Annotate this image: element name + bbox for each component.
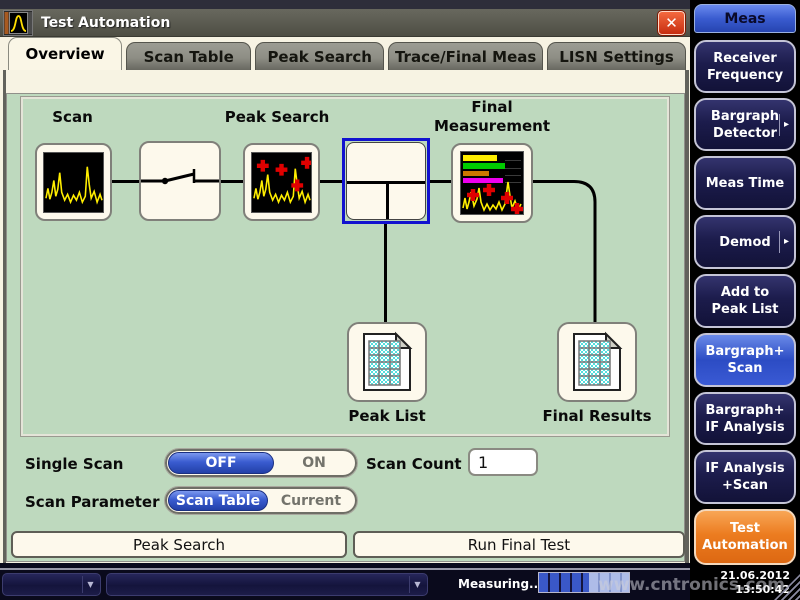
softkey-line: IF Analysis bbox=[705, 460, 784, 477]
meas-menu-header: Meas bbox=[694, 4, 796, 33]
peak-list-label: Peak List bbox=[327, 407, 447, 426]
peak-list-node[interactable] bbox=[347, 322, 427, 402]
window-top-strip bbox=[0, 0, 690, 9]
softkey-line: Demod bbox=[719, 234, 770, 251]
single-scan-off-option[interactable]: OFF bbox=[168, 452, 274, 474]
peak-search-node[interactable] bbox=[243, 143, 320, 221]
final-results-document-icon bbox=[569, 331, 625, 393]
softkey-if-analysis-scan[interactable]: IF Analysis +Scan bbox=[694, 450, 796, 504]
tab-label: Peak Search bbox=[267, 48, 372, 66]
scan-parameter-current-option[interactable]: Current bbox=[268, 490, 354, 511]
junction-inner bbox=[346, 142, 426, 220]
single-scan-toggle: OFF ON bbox=[165, 449, 357, 477]
final-results-node[interactable] bbox=[557, 322, 637, 402]
final-measurement-icon bbox=[460, 151, 524, 215]
date-text: 21.06.2012 bbox=[690, 569, 790, 583]
tab-overview[interactable]: Overview bbox=[8, 37, 122, 70]
status-bar: ▼ ▼ Measuring... bbox=[0, 563, 690, 600]
switch-icon bbox=[141, 142, 219, 220]
softkey-line: Meas Time bbox=[706, 175, 784, 192]
main-window: Test Automation ✕ Overview Scan Table Pe… bbox=[0, 0, 690, 600]
time-text: 13:50:42 bbox=[690, 583, 790, 597]
single-scan-label: Single Scan bbox=[25, 455, 123, 473]
tab-peak-search[interactable]: Peak Search bbox=[255, 42, 384, 70]
tab-trace-final-meas[interactable]: Trace/Final Meas bbox=[388, 42, 543, 70]
softkey-sidebar: Meas Receiver Frequency Bargraph Detecto… bbox=[690, 0, 800, 600]
measurement-progress-bar bbox=[538, 572, 630, 593]
tab-scan-table[interactable]: Scan Table bbox=[126, 42, 251, 70]
flow-line-to-peak-list bbox=[384, 222, 387, 322]
progress-filled bbox=[539, 573, 589, 592]
softkey-line: Detector bbox=[713, 125, 777, 142]
scan-label: Scan bbox=[25, 108, 120, 127]
softkey-line: Scan bbox=[727, 360, 762, 377]
overview-panel: Scan Peak Search Final Measurement bbox=[6, 93, 685, 562]
scan-parameter-scan-table-option[interactable]: Scan Table bbox=[168, 490, 268, 511]
window-border-right bbox=[685, 70, 689, 565]
tab-lisn-settings[interactable]: LISN Settings bbox=[547, 42, 686, 70]
final-measurement-node[interactable] bbox=[451, 143, 533, 223]
flow-line-to-final-results bbox=[533, 178, 603, 324]
tab-label: LISN Settings bbox=[559, 48, 674, 66]
softkey-line: Frequency bbox=[707, 67, 783, 84]
softkey-line: Add to bbox=[721, 284, 769, 301]
softkey-line: Test bbox=[730, 520, 760, 537]
status-bar-edge bbox=[0, 568, 690, 570]
softkey-line: Bargraph bbox=[711, 108, 779, 125]
single-scan-on-option[interactable]: ON bbox=[274, 452, 354, 474]
softkey-meas-time[interactable]: Meas Time bbox=[694, 156, 796, 210]
status-dropdown-2[interactable]: ▼ bbox=[106, 573, 428, 596]
scan-node[interactable] bbox=[35, 143, 112, 221]
softkey-line: Peak List bbox=[712, 301, 779, 318]
softkey-receiver-frequency[interactable]: Receiver Frequency bbox=[694, 40, 796, 93]
submenu-arrow-icon: ▸ bbox=[779, 114, 789, 136]
close-icon: ✕ bbox=[665, 14, 678, 32]
window-title: Test Automation bbox=[41, 15, 170, 31]
softkey-line: Bargraph+ bbox=[705, 343, 784, 360]
peak-search-label: Peak Search bbox=[202, 108, 352, 127]
softkey-add-to-peak-list[interactable]: Add to Peak List bbox=[694, 274, 796, 328]
switch-node[interactable] bbox=[139, 141, 221, 221]
status-dropdown-1[interactable]: ▼ bbox=[2, 573, 101, 596]
junction-node-selected[interactable] bbox=[342, 138, 430, 224]
spectrum-app-icon bbox=[3, 10, 33, 36]
tab-bar: Overview Scan Table Peak Search Trace/Fi… bbox=[0, 37, 690, 70]
softkey-bargraph-scan[interactable]: Bargraph+ Scan bbox=[694, 333, 796, 387]
final-measurement-label: Final Measurement bbox=[432, 98, 552, 136]
scan-count-input[interactable] bbox=[468, 448, 538, 476]
softkey-line: IF Analysis bbox=[705, 419, 784, 436]
dropdown-arrow-icon[interactable]: ▼ bbox=[409, 576, 425, 593]
peak-search-button[interactable]: Peak Search bbox=[11, 531, 347, 558]
tab-label: Scan Table bbox=[144, 48, 234, 66]
scan-trace-icon bbox=[43, 152, 104, 213]
dropdown-arrow-icon[interactable]: ▼ bbox=[82, 576, 98, 593]
progress-remaining bbox=[589, 573, 630, 592]
peak-list-document-icon bbox=[359, 331, 415, 393]
datetime-display: 21.06.2012 13:50:42 bbox=[690, 569, 790, 597]
softkey-bargraph-if-analysis[interactable]: Bargraph+ IF Analysis bbox=[694, 392, 796, 445]
softkey-line: Bargraph+ bbox=[705, 402, 784, 419]
softkey-demod[interactable]: Demod ▸ bbox=[694, 215, 796, 269]
scan-parameter-label: Scan Parameter bbox=[25, 493, 160, 511]
softkey-bargraph-detector[interactable]: Bargraph Detector ▸ bbox=[694, 98, 796, 151]
softkey-line: Automation bbox=[702, 537, 788, 554]
measuring-status: Measuring... bbox=[458, 577, 543, 591]
screen: Test Automation ✕ Overview Scan Table Pe… bbox=[0, 0, 800, 600]
final-results-label: Final Results bbox=[527, 407, 667, 426]
junction-line-vertical bbox=[386, 181, 389, 219]
softkey-line: +Scan bbox=[722, 477, 768, 494]
softkey-line: Receiver bbox=[713, 50, 777, 67]
peak-search-trace-icon bbox=[251, 152, 312, 213]
close-button[interactable]: ✕ bbox=[658, 11, 685, 35]
scan-count-label: Scan Count bbox=[366, 455, 462, 473]
titlebar: Test Automation ✕ bbox=[0, 9, 690, 37]
softkey-test-automation[interactable]: Test Automation bbox=[694, 509, 796, 565]
scan-parameter-toggle: Scan Table Current bbox=[165, 487, 357, 514]
tab-label: Overview bbox=[26, 45, 105, 63]
submenu-arrow-icon: ▸ bbox=[779, 231, 789, 253]
tab-label: Trace/Final Meas bbox=[395, 48, 536, 66]
run-final-test-button[interactable]: Run Final Test bbox=[353, 531, 685, 558]
